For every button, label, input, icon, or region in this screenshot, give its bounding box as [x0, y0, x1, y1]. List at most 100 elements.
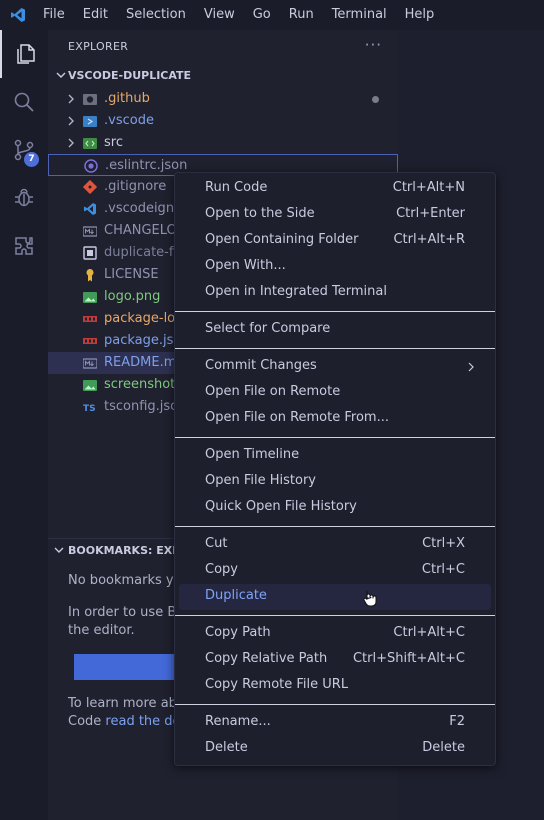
modified-dot	[372, 96, 379, 103]
menu-item-duplicate[interactable]: Duplicate	[179, 584, 491, 610]
tree-item-label: .vscodeigno	[104, 201, 183, 216]
tree-item-label: LICENSE	[104, 267, 159, 282]
search-icon	[14, 92, 34, 112]
github-folder-icon	[83, 94, 97, 105]
bug-icon	[15, 188, 33, 207]
npm-icon	[83, 316, 97, 322]
menu-item-copy-relative-path[interactable]: Copy Relative Path Ctrl+Shift+Alt+C	[179, 647, 491, 673]
tree-item-src[interactable]: src	[48, 132, 398, 154]
title-bar: File Edit Selection View Go Run Terminal…	[0, 0, 544, 30]
tree-item-github[interactable]: .github	[48, 88, 398, 110]
menu-separator	[175, 704, 495, 705]
npm-icon	[83, 338, 97, 344]
tree-item-label: duplicate-fil	[104, 245, 181, 260]
menu-run[interactable]: Run	[280, 0, 323, 30]
extensions-activity[interactable]	[0, 222, 48, 270]
tree-item-vscode[interactable]: .vscode	[48, 110, 398, 132]
typescript-icon: TS	[83, 404, 96, 414]
menu-selection[interactable]: Selection	[117, 0, 195, 30]
chevron-right-icon	[68, 94, 74, 104]
menu-item-cut[interactable]: Cut Ctrl+X	[179, 532, 491, 558]
learn-more-line1: To learn more abo	[68, 696, 185, 711]
search-activity[interactable]	[0, 78, 48, 126]
vscode-folder-icon	[83, 116, 97, 127]
learn-more-prefix: Code	[68, 714, 106, 729]
menu-separator	[175, 437, 495, 438]
menu-item-label: Quick Open File History	[205, 499, 357, 514]
extensions-icon	[15, 237, 33, 255]
project-folder-header[interactable]: VSCODE-DUPLICATE	[48, 66, 398, 88]
menu-item-shortcut: Ctrl+Enter	[396, 206, 465, 221]
menu-item-copy-path[interactable]: Copy Path Ctrl+Alt+C	[179, 621, 491, 647]
tree-item-label: logo.png	[104, 289, 161, 304]
no-bookmarks-text: No bookmarks yet	[68, 573, 187, 588]
menu-item-delete[interactable]: Delete Delete	[179, 736, 491, 762]
menu-item-open-in-terminal[interactable]: Open in Integrated Terminal	[179, 280, 491, 306]
menu-separator	[175, 348, 495, 349]
activity-bar: 7	[0, 30, 48, 820]
menu-file[interactable]: File	[34, 0, 74, 30]
image-icon	[83, 292, 97, 303]
menu-item-open-containing-folder[interactable]: Open Containing Folder Ctrl+Alt+R	[179, 228, 491, 254]
tree-item-label: .vscode	[104, 113, 154, 128]
svg-text:TS: TS	[83, 404, 96, 414]
menu-item-label: Open File History	[205, 473, 316, 488]
menu-help[interactable]: Help	[396, 0, 444, 30]
menu-item-shortcut: Delete	[422, 740, 465, 755]
file-icon	[83, 246, 97, 260]
menu-item-open-to-side[interactable]: Open to the Side Ctrl+Enter	[179, 202, 491, 228]
menu-item-run-code[interactable]: Run Code Ctrl+Alt+N	[179, 176, 491, 202]
menu-item-shortcut: Ctrl+Shift+Alt+C	[352, 651, 465, 666]
menu-item-copy-remote-file-url[interactable]: Copy Remote File URL	[179, 673, 491, 699]
menu-item-open-timeline[interactable]: Open Timeline	[179, 443, 491, 469]
menu-view[interactable]: View	[195, 0, 244, 30]
menu-item-open-file-history[interactable]: Open File History	[179, 469, 491, 495]
menu-edit[interactable]: Edit	[74, 0, 117, 30]
menu-item-select-for-compare[interactable]: Select for Compare	[179, 317, 491, 343]
menu-item-label: Copy Remote File URL	[205, 677, 349, 692]
menu-item-label: Open Containing Folder	[205, 232, 359, 247]
tree-item-label: README.md	[104, 355, 185, 370]
menu-item-open-file-on-remote[interactable]: Open File on Remote	[179, 380, 491, 406]
menu-separator	[175, 526, 495, 527]
source-control-activity[interactable]	[0, 126, 48, 174]
menu-item-label: Rename...	[205, 714, 271, 729]
menu-separator	[175, 311, 495, 312]
explorer-activity[interactable]	[0, 30, 48, 78]
menu-item-shortcut: Ctrl+Alt+R	[393, 232, 465, 247]
menu-item-label: Cut	[205, 536, 228, 551]
menu-item-label: Open File on Remote From...	[205, 410, 389, 425]
menu-go[interactable]: Go	[244, 0, 280, 30]
menu-item-open-with[interactable]: Open With...	[179, 254, 491, 280]
eslint-icon	[84, 159, 98, 173]
vscode-icon	[84, 203, 96, 215]
hand-cursor-icon	[363, 590, 377, 607]
tree-item-label: .eslintrc.json	[105, 158, 188, 173]
menu-item-label: Run Code	[205, 180, 268, 195]
menu-item-copy[interactable]: Copy Ctrl+C	[179, 558, 491, 584]
menu-item-commit-changes[interactable]: Commit Changes	[179, 354, 491, 380]
menu-item-label: Open in Integrated Terminal	[205, 284, 387, 299]
chevron-down-icon	[54, 547, 64, 553]
more-actions-icon[interactable]: ···	[365, 36, 382, 54]
menu-item-label: Open With...	[205, 258, 286, 273]
bookmarks-info-line2: the editor.	[68, 623, 135, 638]
menu-item-shortcut: F2	[449, 714, 465, 729]
menu-item-label: Delete	[205, 740, 248, 755]
menu-bar: File Edit Selection View Go Run Terminal…	[34, 0, 443, 30]
menu-separator	[175, 615, 495, 616]
tree-item-label: package-loc	[104, 311, 183, 326]
debug-activity[interactable]	[0, 174, 48, 222]
vscode-logo-icon	[11, 8, 25, 22]
chevron-right-icon	[68, 116, 74, 126]
menu-item-label: Open to the Side	[205, 206, 315, 221]
menu-item-quick-open-file-history[interactable]: Quick Open File History	[179, 495, 491, 521]
menu-item-label: Commit Changes	[205, 358, 317, 373]
menu-terminal[interactable]: Terminal	[323, 0, 396, 30]
menu-item-label: Copy Relative Path	[205, 651, 328, 666]
menu-item-rename[interactable]: Rename... F2	[179, 710, 491, 736]
project-name: VSCODE-DUPLICATE	[68, 69, 192, 82]
menu-item-label: Copy Path	[205, 625, 271, 640]
menu-item-open-file-on-remote-from[interactable]: Open File on Remote From...	[179, 406, 491, 432]
tree-item-label: src	[104, 135, 123, 150]
